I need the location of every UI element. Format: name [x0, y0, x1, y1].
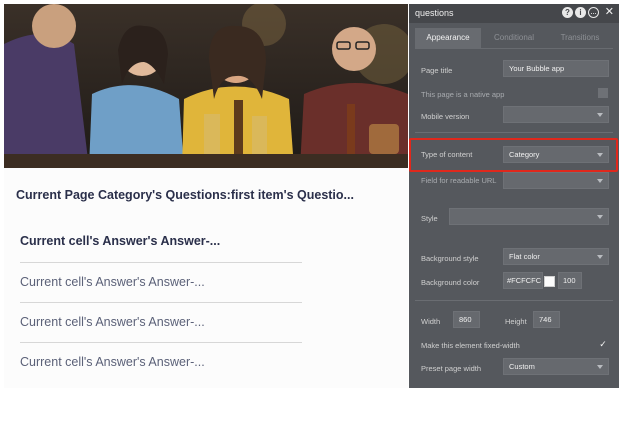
color-swatch[interactable] [544, 276, 555, 287]
comment-icon[interactable]: … [588, 7, 599, 18]
readable-url-dropdown[interactable] [503, 172, 609, 189]
page-canvas: Current Page Category's Questions:first … [4, 168, 408, 388]
style-dropdown[interactable] [449, 208, 609, 225]
help-icon[interactable]: ? [562, 7, 573, 18]
fixed-width-label: Make this element fixed-width [421, 341, 520, 350]
highlight-annotation [409, 138, 618, 172]
property-editor: questions ? i … ✕ Appearance Conditional… [409, 4, 619, 388]
background-style-dropdown[interactable]: Flat color [503, 248, 609, 265]
readable-url-label: Field for readable URL [421, 176, 497, 185]
page-title-input[interactable]: Your Bubble app [503, 60, 609, 77]
preset-width-label: Preset page width [421, 364, 482, 373]
height-label: Height [505, 317, 527, 326]
tab-appearance[interactable]: Appearance [415, 28, 481, 48]
repeating-group-cell[interactable]: Current cell's Answer's Answer-... [20, 222, 302, 260]
preset-width-value: Custom [509, 362, 535, 371]
background-style-label: Background style [421, 254, 479, 263]
height-input[interactable]: 746 [533, 311, 560, 328]
repeating-group-cell[interactable]: Current cell's Answer's Answer-... [20, 342, 302, 381]
mobile-version-dropdown[interactable] [503, 106, 609, 123]
header-photo [4, 4, 408, 168]
info-icon[interactable]: i [575, 7, 586, 18]
page-heading[interactable]: Current Page Category's Questions:first … [16, 188, 406, 202]
native-app-checkbox[interactable] [598, 88, 608, 98]
chevron-down-icon [597, 255, 603, 259]
native-app-label: This page is a native app [421, 90, 505, 99]
background-color-input[interactable]: #FCFCFC [503, 272, 543, 289]
element-name: questions [415, 8, 454, 18]
chevron-down-icon [597, 365, 603, 369]
page-title-label: Page title [421, 66, 453, 75]
width-input[interactable]: 860 [453, 311, 480, 328]
repeating-group-cell[interactable]: Current cell's Answer's Answer-... [20, 262, 302, 301]
repeating-group-cell[interactable]: Current cell's Answer's Answer-... [20, 302, 302, 341]
background-style-value: Flat color [509, 252, 540, 261]
width-label: Width [421, 317, 441, 326]
background-opacity-input[interactable]: 100 [558, 272, 582, 289]
style-label: Style [421, 214, 438, 223]
tab-underline [415, 48, 613, 49]
close-icon[interactable]: ✕ [605, 6, 614, 18]
background-color-label: Background color [421, 278, 480, 287]
preset-width-dropdown[interactable]: Custom [503, 358, 609, 375]
section-divider [415, 132, 613, 133]
fixed-width-checkbox[interactable]: ✓ [598, 339, 608, 349]
tab-transitions[interactable]: Transitions [547, 28, 613, 48]
tab-conditional[interactable]: Conditional [481, 28, 547, 48]
property-editor-titlebar[interactable]: questions ? i … ✕ [409, 4, 619, 23]
mobile-version-label: Mobile version [421, 112, 470, 121]
section-divider [415, 300, 613, 301]
